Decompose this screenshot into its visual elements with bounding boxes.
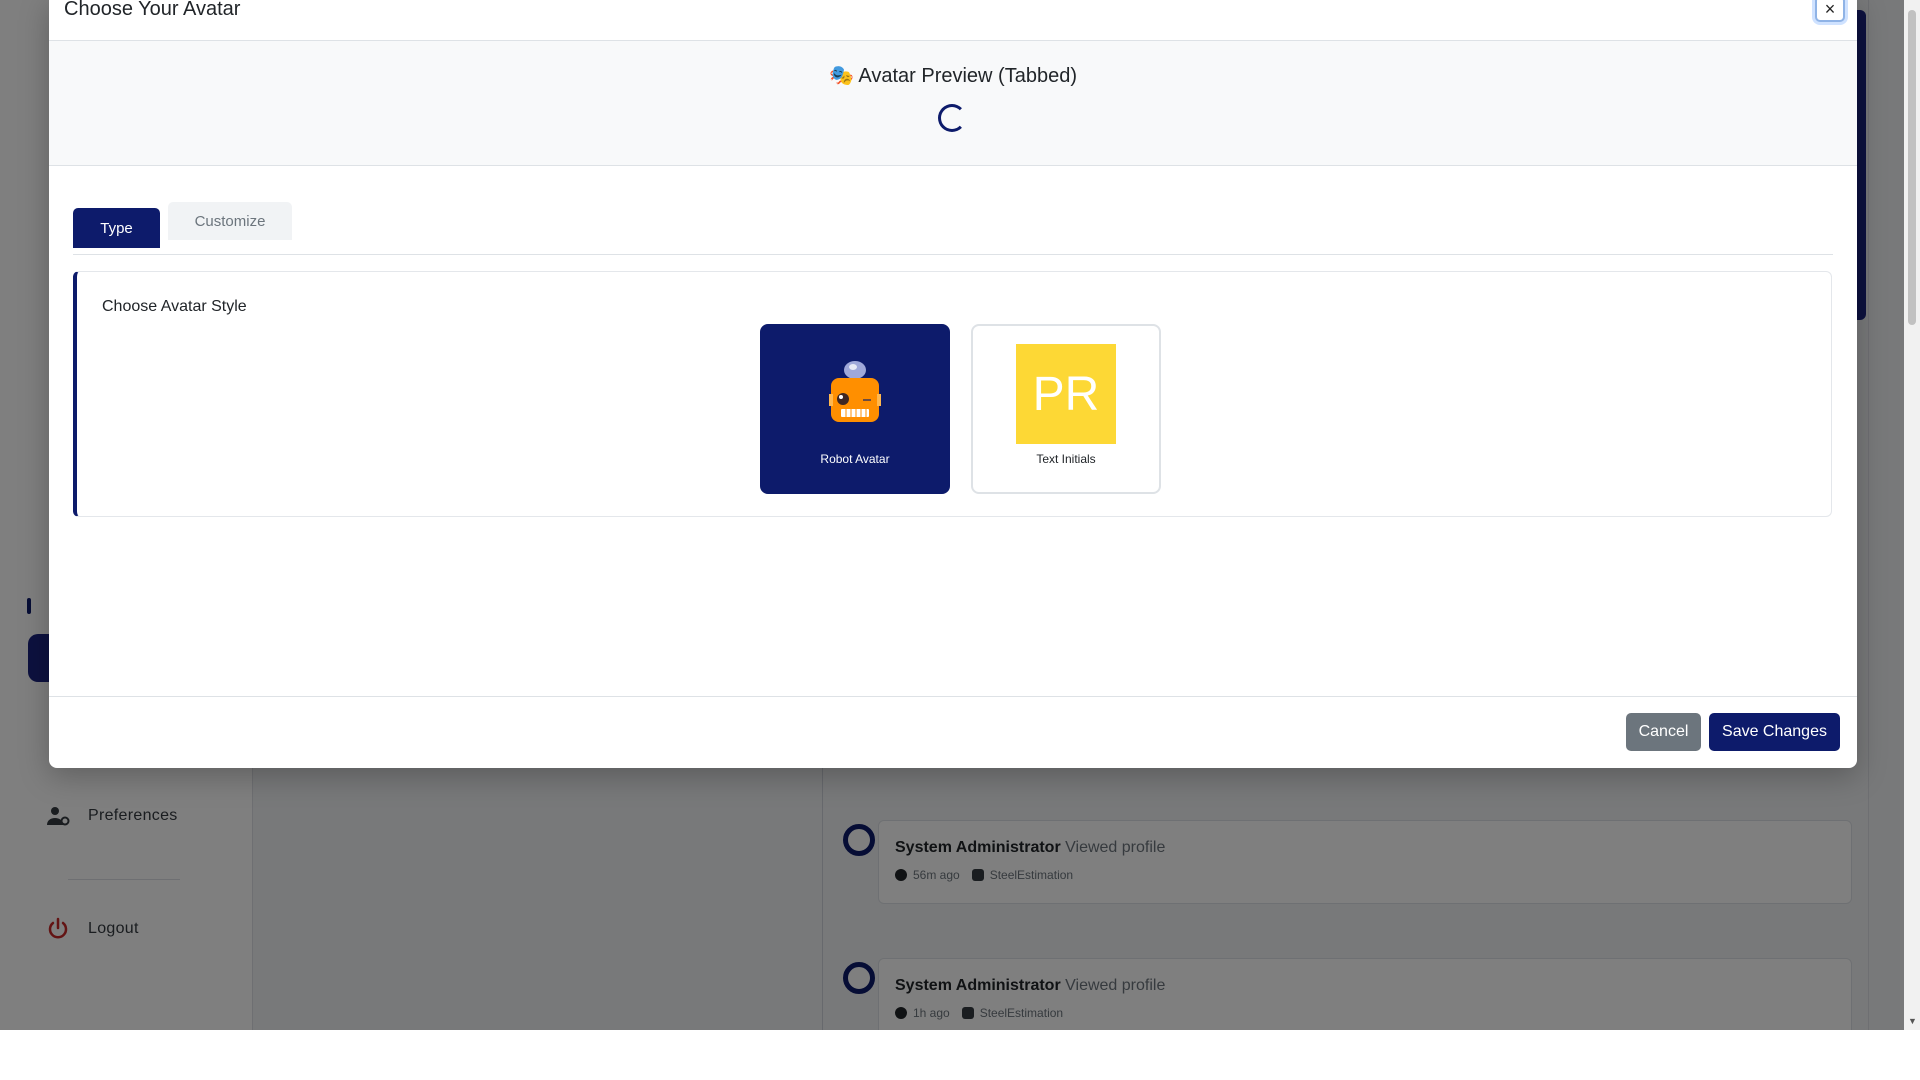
avatar-modal: Choose Your Avatar × 🎭 Avatar Preview (T…	[49, 0, 1857, 768]
robot-avatar-option[interactable]: Robot Avatar	[760, 324, 950, 494]
close-button[interactable]: ×	[1815, 0, 1845, 22]
tab-type[interactable]: Type	[73, 208, 160, 248]
avatar-style-panel: Choose Avatar Style Robot Avatar PR Text…	[73, 271, 1832, 517]
loading-spinner-icon	[938, 104, 966, 132]
preview-title: 🎭 Avatar Preview (Tabbed)	[829, 65, 1077, 87]
avatar-preview: 🎭 Avatar Preview (Tabbed)	[49, 41, 1857, 166]
close-icon: ×	[1824, 0, 1836, 19]
avatar-tabs: Type Customize	[73, 198, 1833, 255]
text-initials-option[interactable]: PR Text Initials	[971, 324, 1161, 494]
scroll-down-icon[interactable]: ▼	[1908, 1016, 1917, 1026]
modal-title: Choose Your Avatar	[64, 0, 241, 20]
initials-preview: PR	[1016, 344, 1116, 444]
style-heading: Choose Avatar Style	[102, 298, 247, 315]
save-button[interactable]: Save Changes	[1709, 713, 1840, 751]
modal-header: Choose Your Avatar ×	[49, 0, 1857, 41]
tab-customize[interactable]: Customize	[168, 202, 292, 240]
scrollbar-thumb[interactable]	[1908, 10, 1916, 325]
option-label: Robot Avatar	[820, 452, 890, 466]
initials-text: PR	[1016, 344, 1116, 444]
option-label: Text Initials	[1036, 452, 1096, 466]
modal-footer: Cancel Save Changes	[49, 696, 1857, 768]
robot-icon	[805, 344, 905, 444]
cancel-button[interactable]: Cancel	[1626, 713, 1701, 751]
